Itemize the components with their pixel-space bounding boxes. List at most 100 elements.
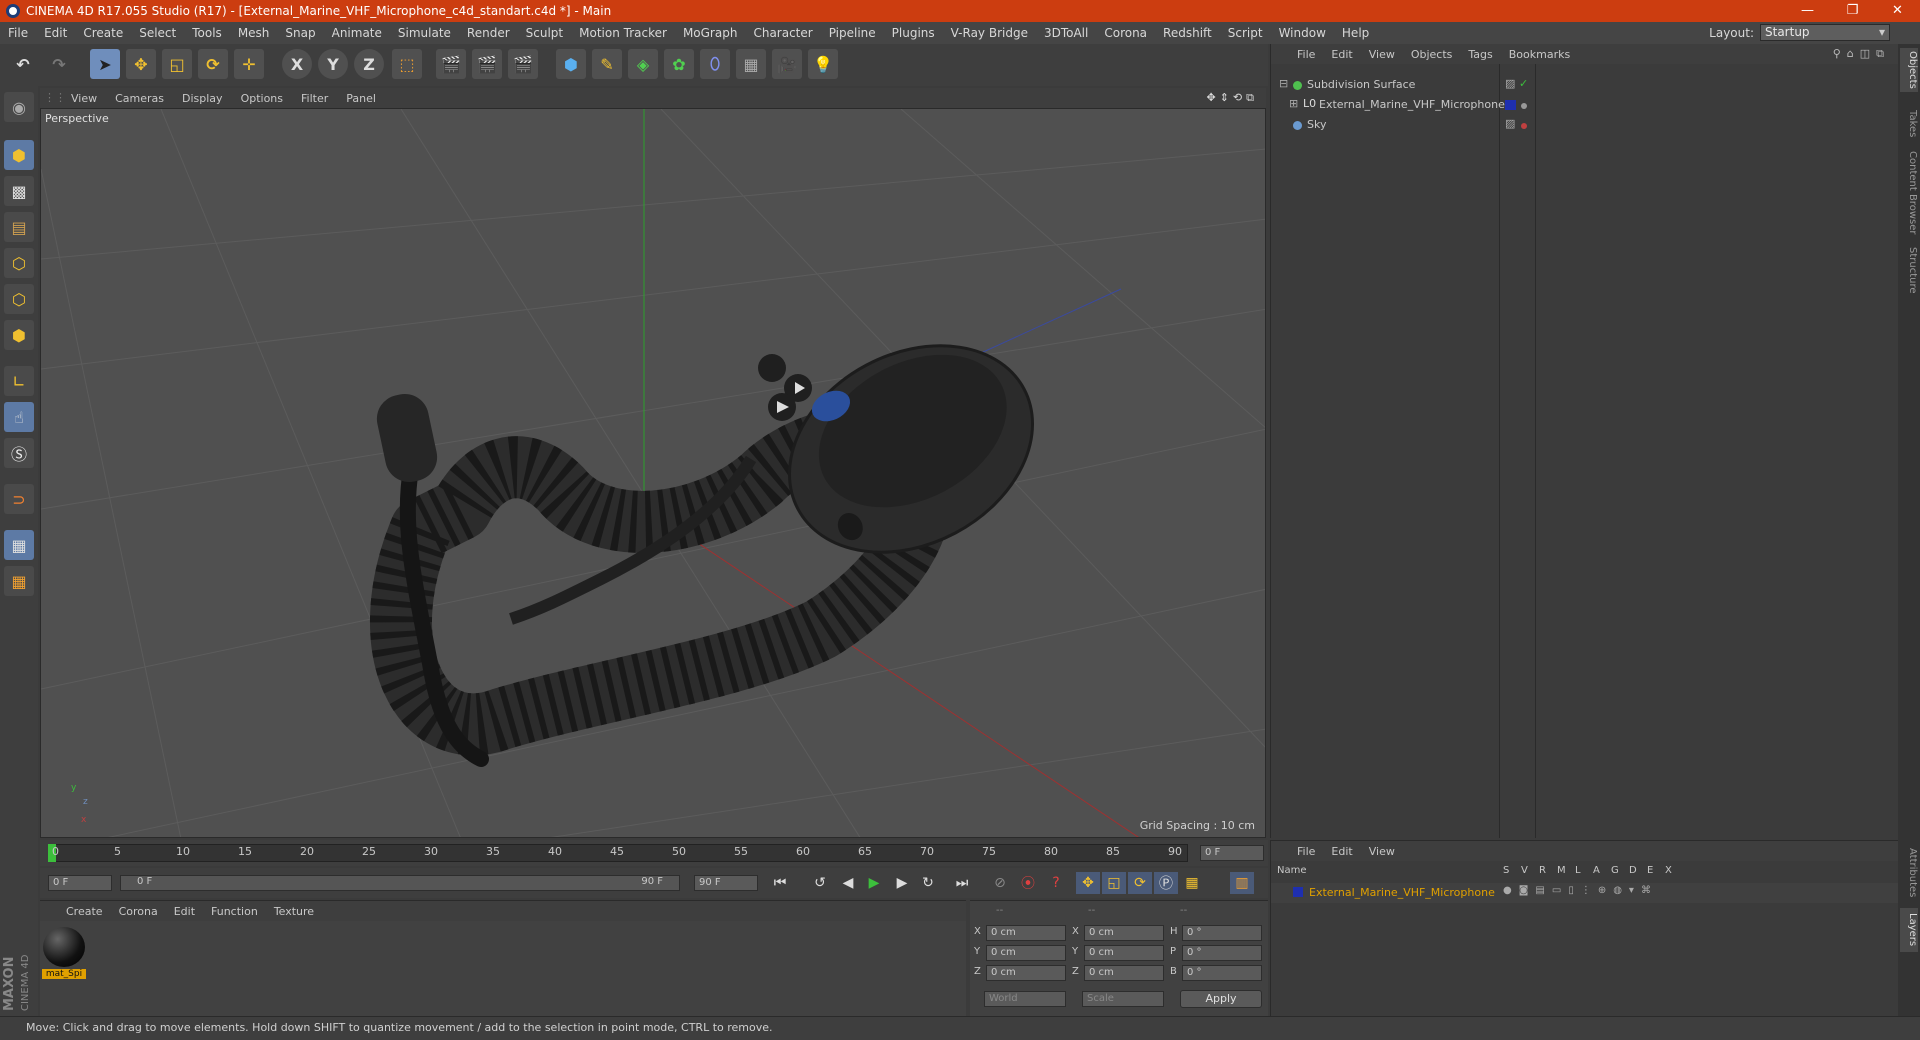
- minimize-button[interactable]: —: [1785, 0, 1830, 22]
- camera-icon[interactable]: 🎥: [772, 49, 802, 79]
- model-mode-icon[interactable]: ⬢: [4, 140, 34, 170]
- live-select-icon[interactable]: ✛: [234, 49, 264, 79]
- visibility-icon[interactable]: ▨: [1505, 117, 1515, 130]
- cube-primitive-icon[interactable]: ⬢: [556, 49, 586, 79]
- menu-mesh[interactable]: Mesh: [230, 26, 278, 40]
- menu-sculpt[interactable]: Sculpt: [518, 26, 571, 40]
- next-frame-icon[interactable]: ▶: [890, 872, 914, 894]
- pos-y-field[interactable]: 0 cm: [986, 945, 1066, 961]
- menu-redshift[interactable]: Redshift: [1155, 26, 1220, 40]
- tab-structure[interactable]: Structure: [1900, 242, 1918, 298]
- menu-pipeline[interactable]: Pipeline: [821, 26, 884, 40]
- object-row[interactable]: ⊟ Subdivision Surface ▨ ✓: [1271, 75, 1899, 95]
- tab-takes[interactable]: Takes: [1900, 104, 1918, 144]
- menu-select[interactable]: Select: [131, 26, 184, 40]
- size-x-field[interactable]: 0 cm: [1084, 925, 1164, 941]
- render-dot-icon[interactable]: [1521, 103, 1527, 109]
- menu-plugins[interactable]: Plugins: [884, 26, 943, 40]
- texture-mode-icon[interactable]: ▩: [4, 176, 34, 206]
- y-axis-lock-button[interactable]: Y: [318, 49, 348, 79]
- material-menu-function[interactable]: Function: [203, 905, 266, 918]
- key-rotation-icon[interactable]: ⟳: [1128, 872, 1152, 894]
- tab-layers[interactable]: Layers: [1900, 908, 1918, 952]
- layer-color-swatch[interactable]: [1293, 887, 1303, 897]
- redo-icon[interactable]: ↷: [44, 49, 74, 79]
- x-axis-lock-button[interactable]: X: [282, 49, 312, 79]
- subdivision-surface-icon[interactable]: ◈: [628, 49, 658, 79]
- polygons-mode-icon[interactable]: ⬢: [4, 320, 34, 350]
- size-z-field[interactable]: 0 cm: [1084, 965, 1164, 981]
- layer-menu-view[interactable]: View: [1361, 845, 1403, 858]
- tweak-mode-icon[interactable]: ☝: [4, 402, 34, 432]
- locked-workplane-icon[interactable]: ▦: [4, 530, 34, 560]
- coord-mode-dropdown[interactable]: World: [984, 991, 1066, 1007]
- menu-create[interactable]: Create: [75, 26, 131, 40]
- frame-range-slider[interactable]: 0 F 90 F: [120, 875, 680, 891]
- undo-icon[interactable]: ↶: [8, 49, 38, 79]
- viewport-menu-panel[interactable]: Panel: [337, 92, 385, 105]
- autokeying-icon[interactable]: ⦿: [1016, 872, 1040, 894]
- rot-h-field[interactable]: 0 °: [1182, 925, 1262, 941]
- workplane-mode-icon[interactable]: ▤: [4, 212, 34, 242]
- record-keys-icon[interactable]: ⊘: [988, 872, 1012, 894]
- menu-3dtoall[interactable]: 3DToAll: [1036, 26, 1096, 40]
- key-pla-icon[interactable]: ▦: [1180, 872, 1204, 894]
- snap-magnet-icon[interactable]: ⊃: [4, 484, 34, 514]
- pos-x-field[interactable]: 0 cm: [986, 925, 1066, 941]
- key-position-icon[interactable]: ✥: [1076, 872, 1100, 894]
- material-menu-edit[interactable]: Edit: [166, 905, 203, 918]
- render-dot-icon[interactable]: [1521, 123, 1527, 129]
- spline-pen-icon[interactable]: ✎: [592, 49, 622, 79]
- key-parameter-icon[interactable]: Ⓟ: [1154, 872, 1178, 894]
- pos-z-field[interactable]: 0 cm: [986, 965, 1066, 981]
- render-settings-icon[interactable]: 🎬: [508, 49, 538, 79]
- render-picture-viewer-icon[interactable]: 🎬: [472, 49, 502, 79]
- coord-scale-dropdown[interactable]: Scale: [1082, 991, 1164, 1007]
- close-button[interactable]: ✕: [1875, 0, 1920, 22]
- axis-mode-icon[interactable]: ∟: [4, 366, 34, 396]
- visibility-icon[interactable]: ▨: [1505, 77, 1515, 90]
- scale-tool-icon[interactable]: ◱: [162, 49, 192, 79]
- render-view-icon[interactable]: 🎬: [436, 49, 466, 79]
- menu-corona[interactable]: Corona: [1096, 26, 1155, 40]
- menu-snap[interactable]: Snap: [277, 26, 323, 40]
- next-key-icon[interactable]: ↻: [916, 872, 940, 894]
- go-to-start-icon[interactable]: ⏮: [768, 872, 792, 894]
- tab-attributes[interactable]: Attributes: [1900, 842, 1918, 904]
- menu-character[interactable]: Character: [745, 26, 820, 40]
- start-frame-field[interactable]: 0 F: [48, 875, 112, 891]
- material-menu-corona[interactable]: Corona: [111, 905, 166, 918]
- collapse-icon[interactable]: ⊟: [1279, 77, 1288, 90]
- points-mode-icon[interactable]: ⬡: [4, 248, 34, 278]
- current-frame-field[interactable]: 0 F: [1200, 845, 1264, 861]
- edges-mode-icon[interactable]: ⬡: [4, 284, 34, 314]
- apply-button[interactable]: Apply: [1180, 990, 1262, 1008]
- menu-file[interactable]: File: [0, 26, 36, 40]
- play-forward-icon[interactable]: ▶: [862, 872, 886, 894]
- previous-key-icon[interactable]: ↺: [808, 872, 832, 894]
- menu-simulate[interactable]: Simulate: [390, 26, 459, 40]
- object-menu-bookmarks[interactable]: Bookmarks: [1501, 48, 1578, 61]
- layer-color-swatch[interactable]: [1505, 100, 1516, 110]
- layer-row[interactable]: External_Marine_VHF_Microphone ●◙▤▭▯⋮⊕◍▾…: [1271, 883, 1899, 903]
- menu-help[interactable]: Help: [1334, 26, 1377, 40]
- material-swatch[interactable]: mat_Spi: [42, 927, 86, 983]
- move-tool-icon[interactable]: ✥: [126, 49, 156, 79]
- rot-p-field[interactable]: 0 °: [1182, 945, 1262, 961]
- object-menu-file[interactable]: File: [1289, 48, 1323, 61]
- menu-window[interactable]: Window: [1271, 26, 1334, 40]
- menu-animate[interactable]: Animate: [324, 26, 390, 40]
- viewport-menu-filter[interactable]: Filter: [292, 92, 337, 105]
- mograph-cloner-icon[interactable]: ✿: [664, 49, 694, 79]
- planar-workplane-icon[interactable]: ▦: [4, 566, 34, 596]
- viewport-menu-view[interactable]: View: [62, 92, 106, 105]
- deformer-icon[interactable]: ⬯: [700, 49, 730, 79]
- menu-tools[interactable]: Tools: [184, 26, 230, 40]
- solo-mode-icon[interactable]: Ⓢ: [4, 438, 34, 468]
- layer-toggle-icons[interactable]: ●◙▤▭▯⋮⊕◍▾⌘: [1503, 885, 1658, 896]
- object-row[interactable]: Sky ▨: [1271, 115, 1899, 135]
- layer-menu-file[interactable]: File: [1289, 845, 1323, 858]
- menu-mograph[interactable]: MoGraph: [675, 26, 746, 40]
- coordinate-system-icon[interactable]: ⬚: [392, 49, 422, 79]
- select-tool-icon[interactable]: ➤: [90, 49, 120, 79]
